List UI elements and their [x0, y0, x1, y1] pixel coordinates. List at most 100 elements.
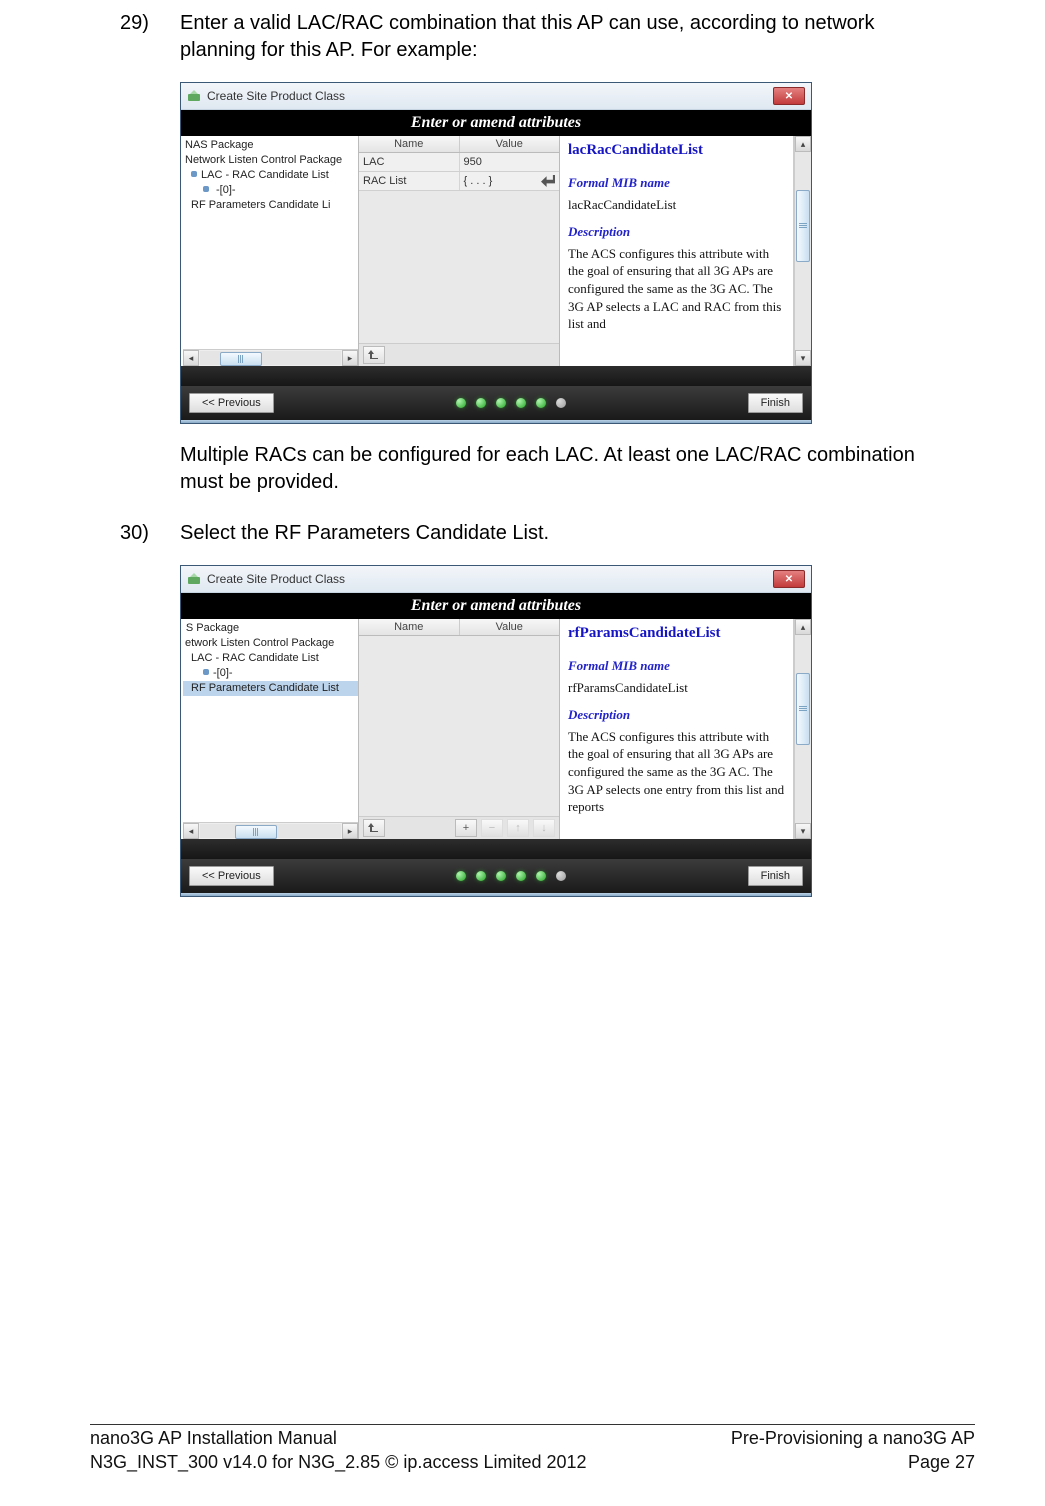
info-formal-mib-label: Formal MIB name: [568, 174, 785, 192]
mid-strip: [181, 839, 811, 859]
titlebar: Create Site Product Class ✕: [181, 83, 811, 110]
scroll-v-thumb[interactable]: [796, 673, 810, 745]
grid-rows: [359, 636, 559, 816]
tree-content: NAS Package Network Listen Control Packa…: [183, 138, 358, 349]
scroll-track[interactable]: [200, 351, 341, 365]
move-up-button[interactable]: ↑: [507, 819, 529, 837]
app-icon: [187, 572, 201, 586]
col-value[interactable]: Value: [460, 619, 560, 635]
scroll-down-button[interactable]: ▾: [795, 823, 811, 839]
tree-lac-rac-list[interactable]: LAC - RAC Candidate List: [183, 168, 358, 183]
tree-rf-params[interactable]: RF Parameters Candidate List: [183, 681, 358, 696]
tree-key-icon: [191, 171, 197, 177]
close-button[interactable]: ✕: [773, 570, 805, 588]
tree-pane: NAS Package Network Listen Control Packa…: [181, 136, 359, 366]
window-edge: [181, 420, 811, 423]
page: 29) Enter a valid LAC/RAC combination th…: [0, 0, 1045, 1506]
cell-raclist-name: RAC List: [359, 172, 460, 190]
tree-h-scrollbar[interactable]: ◂ ▸: [183, 349, 358, 366]
info-formal-mib-value: rfParamsCandidateList: [568, 679, 785, 697]
info-formal-mib-value: lacRacCandidateList: [568, 196, 785, 214]
scroll-up-button[interactable]: ▴: [795, 136, 811, 152]
info-v-scrollbar[interactable]: ▴ ▾: [794, 136, 811, 366]
finish-button[interactable]: Finish: [748, 393, 803, 413]
title-left: Create Site Product Class: [187, 572, 345, 586]
tree-nas-package[interactable]: NAS Package: [183, 138, 358, 153]
close-button[interactable]: ✕: [773, 87, 805, 105]
scroll-v-track[interactable]: [795, 635, 811, 823]
grid-row-raclist[interactable]: RAC List { . . . }: [359, 172, 559, 191]
tree-network-listen[interactable]: Network Listen Control Package: [183, 153, 358, 168]
col-name[interactable]: Name: [359, 619, 460, 635]
finish-button[interactable]: Finish: [748, 866, 803, 886]
tree-lac-rac-list[interactable]: LAC - RAC Candidate List: [183, 651, 358, 666]
info-description-label: Description: [568, 223, 785, 241]
tree-pane: S Package etwork Listen Control Package …: [181, 619, 359, 839]
footer-version: N3G_INST_300 v14.0 for N3G_2.85 © ip.acc…: [90, 1452, 587, 1472]
enter-icon[interactable]: [541, 175, 555, 187]
tree-content: S Package etwork Listen Control Package …: [183, 621, 358, 822]
scroll-right-button[interactable]: ▸: [342, 823, 358, 839]
step-30-number: 30): [90, 520, 180, 547]
grid-header: Name Value: [359, 619, 559, 636]
info-pane: lacRacCandidateList Formal MIB name lacR…: [560, 136, 811, 366]
cell-lac-value[interactable]: 950: [460, 153, 560, 171]
scroll-left-button[interactable]: ◂: [183, 823, 199, 839]
scroll-down-button[interactable]: ▾: [795, 350, 811, 366]
footer-manual-title: nano3G AP Installation Manual: [90, 1428, 337, 1448]
info-pane: rfParamsCandidateList Formal MIB name rf…: [560, 619, 811, 839]
tree-h-scrollbar[interactable]: ◂ ▸: [183, 822, 358, 839]
info-v-scrollbar[interactable]: ▴ ▾: [794, 619, 811, 839]
scroll-thumb[interactable]: [235, 825, 277, 839]
window-title: Create Site Product Class: [207, 572, 345, 586]
info-title: lacRacCandidateList: [568, 140, 785, 160]
step-29-text: Enter a valid LAC/RAC combination that t…: [180, 10, 955, 64]
tree-item-0[interactable]: -[0]-: [183, 666, 358, 681]
remove-button[interactable]: −: [481, 819, 503, 837]
scroll-left-button[interactable]: ◂: [183, 350, 199, 366]
step-29-after-text: Multiple RACs can be configured for each…: [180, 442, 955, 496]
status-light-6: [556, 398, 566, 408]
scroll-thumb[interactable]: [220, 352, 262, 366]
col-value[interactable]: Value: [460, 136, 560, 152]
tree-key-icon: [203, 669, 209, 675]
titlebar: Create Site Product Class ✕: [181, 566, 811, 593]
scroll-track[interactable]: [200, 824, 341, 838]
col-name[interactable]: Name: [359, 136, 460, 152]
previous-button[interactable]: << Previous: [189, 393, 274, 413]
status-light-5: [536, 398, 546, 408]
scroll-right-button[interactable]: ▸: [342, 350, 358, 366]
title-left: Create Site Product Class: [187, 89, 345, 103]
info-content: rfParamsCandidateList Formal MIB name rf…: [560, 619, 794, 839]
step-29: 29) Enter a valid LAC/RAC combination th…: [90, 10, 955, 64]
tree-rf-params[interactable]: RF Parameters Candidate Li: [183, 198, 358, 213]
up-level-button[interactable]: [363, 346, 385, 364]
close-icon: ✕: [785, 574, 793, 585]
scroll-v-track[interactable]: [795, 152, 811, 350]
status-light-1: [456, 398, 466, 408]
tree-network-listen[interactable]: etwork Listen Control Package: [183, 636, 358, 651]
tree-item-0-label: -[0]-: [213, 184, 239, 196]
scroll-v-thumb[interactable]: [796, 190, 810, 262]
status-light-2: [476, 871, 486, 881]
grid-header: Name Value: [359, 136, 559, 153]
status-lights: [456, 398, 566, 408]
move-down-button[interactable]: ↓: [533, 819, 555, 837]
footer-right: Pre-Provisioning a nano3G AP Page 27: [731, 1427, 975, 1474]
grid-row-lac[interactable]: LAC 950: [359, 153, 559, 172]
tree-nas-package[interactable]: S Package: [183, 621, 358, 636]
dialog-create-site-2: Create Site Product Class ✕ Enter or ame…: [180, 565, 812, 897]
tree-item-0[interactable]: -[0]-: [183, 183, 358, 198]
scroll-up-button[interactable]: ▴: [795, 619, 811, 635]
previous-button[interactable]: << Previous: [189, 866, 274, 886]
cell-raclist-value[interactable]: { . . . }: [460, 172, 560, 190]
step-30-text: Select the RF Parameters Candidate List.: [180, 520, 955, 547]
close-icon: ✕: [785, 91, 793, 102]
status-light-4: [516, 871, 526, 881]
window-footer: << Previous Finish: [181, 859, 811, 893]
up-level-button[interactable]: [363, 819, 385, 837]
tree-key-icon: [203, 186, 209, 192]
add-button[interactable]: +: [455, 819, 477, 837]
footer-left: nano3G AP Installation Manual N3G_INST_3…: [90, 1427, 587, 1474]
dialog-create-site-1: Create Site Product Class ✕ Enter or ame…: [180, 82, 812, 424]
